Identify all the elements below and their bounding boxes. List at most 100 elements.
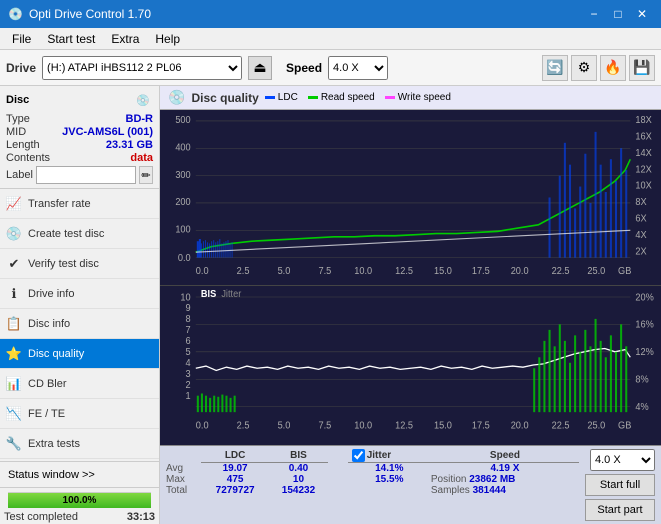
svg-text:12.5: 12.5 <box>395 420 413 431</box>
close-button[interactable]: ✕ <box>631 5 653 23</box>
refresh-icon[interactable]: 🔄 <box>542 55 568 81</box>
status-row: Test completed 33:13 <box>0 510 159 524</box>
avg-label: Avg <box>166 463 201 475</box>
start-full-button[interactable]: Start full <box>585 474 655 496</box>
menu-extra[interactable]: Extra <box>103 30 147 48</box>
eject-icon[interactable]: ⏏ <box>248 56 272 80</box>
stats-max-row: Max 475 10 15.5% Position 23862 MB <box>166 474 579 485</box>
maximize-button[interactable]: □ <box>607 5 629 23</box>
settings-icon[interactable]: ⚙ <box>571 55 597 81</box>
sidebar-item-drive-info[interactable]: ℹ Drive info <box>0 279 159 309</box>
disc-panel: Disc 💿 Type BD-R MID JVC-AMS6L (001) Len… <box>0 86 159 189</box>
sidebar-item-disc-info[interactable]: 📋 Disc info <box>0 309 159 339</box>
disc-info-icon: 📋 <box>6 316 22 332</box>
status-time: 33:13 <box>127 511 155 523</box>
svg-text:7.5: 7.5 <box>318 420 331 431</box>
chart-ldc: 500 400 300 200 100 0.0 18X 16X 14X 12X … <box>160 110 661 286</box>
svg-text:12X: 12X <box>635 164 652 175</box>
nav-items: 📈 Transfer rate 💿 Create test disc ✔ Ver… <box>0 189 159 461</box>
svg-text:5.0: 5.0 <box>278 420 291 431</box>
avg-ldc-val: 19.07 <box>201 463 269 475</box>
disc-quality-icon: ⭐ <box>6 346 22 362</box>
menu-help[interactable]: Help <box>147 30 188 48</box>
sidebar-item-transfer-rate[interactable]: 📈 Transfer rate <box>0 189 159 219</box>
max-ldc-val: 475 <box>201 474 269 485</box>
disc-header-label: Disc <box>6 94 29 106</box>
menu-file[interactable]: File <box>4 30 39 48</box>
legend-ldc-label: LDC <box>278 92 298 103</box>
label-edit-icon[interactable]: ✏ <box>139 166 153 184</box>
svg-text:17.5: 17.5 <box>472 420 490 431</box>
disc-label-input[interactable] <box>36 166 136 184</box>
titlebar-title: 💿 Opti Drive Control 1.70 <box>8 7 151 21</box>
status-text: Test completed <box>4 511 78 523</box>
start-part-button[interactable]: Start part <box>585 499 655 521</box>
svg-text:BIS: BIS <box>201 289 216 300</box>
extra-tests-icon: 🔧 <box>6 436 22 452</box>
legend-write-speed-dot <box>385 96 395 99</box>
main: Disc 💿 Type BD-R MID JVC-AMS6L (001) Len… <box>0 86 661 524</box>
svg-text:6: 6 <box>186 336 191 347</box>
svg-text:2.5: 2.5 <box>237 266 250 277</box>
stats-header-ldc: LDC <box>201 449 269 463</box>
svg-text:6X: 6X <box>635 213 647 224</box>
verify-test-disc-label: Verify test disc <box>28 258 99 270</box>
stats-table: LDC BIS Jitter Speed <box>166 449 579 496</box>
sidebar-item-create-test-disc[interactable]: 💿 Create test disc <box>0 219 159 249</box>
svg-text:10.0: 10.0 <box>354 420 372 431</box>
sidebar-item-cd-bler[interactable]: 📊 CD Bler <box>0 369 159 399</box>
disc-type-key: Type <box>6 113 30 125</box>
svg-text:Jitter: Jitter <box>221 289 242 300</box>
total-bis-val: 154232 <box>269 485 327 496</box>
disc-mid-val: JVC-AMS6L (001) <box>62 126 153 138</box>
svg-text:GB: GB <box>618 420 631 431</box>
save-icon[interactable]: 💾 <box>629 55 655 81</box>
drivebar: Drive (H:) ATAPI iHBS112 2 PL06 ⏏ Speed … <box>0 50 661 86</box>
sidebar-item-disc-quality[interactable]: ⭐ Disc quality <box>0 339 159 369</box>
disc-mid-key: MID <box>6 126 26 138</box>
speed-select[interactable]: 4.0 X <box>328 56 388 80</box>
status-section: Status window >> 100.0% Test completed 3… <box>0 461 159 524</box>
svg-text:0.0: 0.0 <box>178 253 191 264</box>
svg-text:100: 100 <box>175 224 190 235</box>
svg-text:500: 500 <box>175 115 190 126</box>
svg-text:0.0: 0.0 <box>196 420 209 431</box>
svg-text:25.0: 25.0 <box>587 420 605 431</box>
svg-text:10.0: 10.0 <box>354 266 372 277</box>
samples-val: 381444 <box>473 485 506 496</box>
stats-avg-row: Avg 19.07 0.40 14.1% 4.19 X <box>166 463 579 475</box>
drive-select[interactable]: (H:) ATAPI iHBS112 2 PL06 <box>42 56 242 80</box>
stats-header-bis: BIS <box>269 449 327 463</box>
sidebar-item-fe-te[interactable]: 📉 FE / TE <box>0 399 159 429</box>
svg-text:22.5: 22.5 <box>552 420 570 431</box>
avg-bis-val: 0.40 <box>269 463 327 475</box>
titlebar: 💿 Opti Drive Control 1.70 − □ ✕ <box>0 0 661 28</box>
chart-header: 💿 Disc quality LDC Read speed Write spee… <box>160 86 661 110</box>
burn-icon[interactable]: 🔥 <box>600 55 626 81</box>
svg-text:GB: GB <box>618 266 631 277</box>
minimize-button[interactable]: − <box>583 5 605 23</box>
status-window-button[interactable]: Status window >> <box>0 462 159 488</box>
svg-text:2: 2 <box>186 380 191 391</box>
stats-controls: 4.0 X Start full Start part <box>585 449 655 521</box>
app-title: Opti Drive Control 1.70 <box>29 7 151 21</box>
jitter-checkbox[interactable] <box>352 449 365 462</box>
progress-text: 100.0% <box>8 493 151 508</box>
transfer-rate-icon: 📈 <box>6 196 22 212</box>
disc-length-val: 23.31 GB <box>106 139 153 151</box>
quality-speed-select[interactable]: 4.0 X <box>590 449 655 471</box>
svg-text:18X: 18X <box>635 115 652 126</box>
charts-container: 500 400 300 200 100 0.0 18X 16X 14X 12X … <box>160 110 661 445</box>
menu-start-test[interactable]: Start test <box>39 30 103 48</box>
svg-text:4X: 4X <box>635 230 647 241</box>
cd-bler-label: CD Bler <box>28 378 67 390</box>
toolbar-icons: 🔄 ⚙ 🔥 💾 <box>542 55 655 81</box>
create-test-disc-label: Create test disc <box>28 228 104 240</box>
svg-text:10X: 10X <box>635 180 652 191</box>
legend-read-speed-label: Read speed <box>321 92 375 103</box>
svg-text:7: 7 <box>186 325 191 336</box>
stats-header-speed: Speed <box>431 449 579 463</box>
sidebar-item-verify-test-disc[interactable]: ✔ Verify test disc <box>0 249 159 279</box>
sidebar-item-extra-tests[interactable]: 🔧 Extra tests <box>0 429 159 459</box>
legend: LDC Read speed Write speed <box>265 92 451 103</box>
